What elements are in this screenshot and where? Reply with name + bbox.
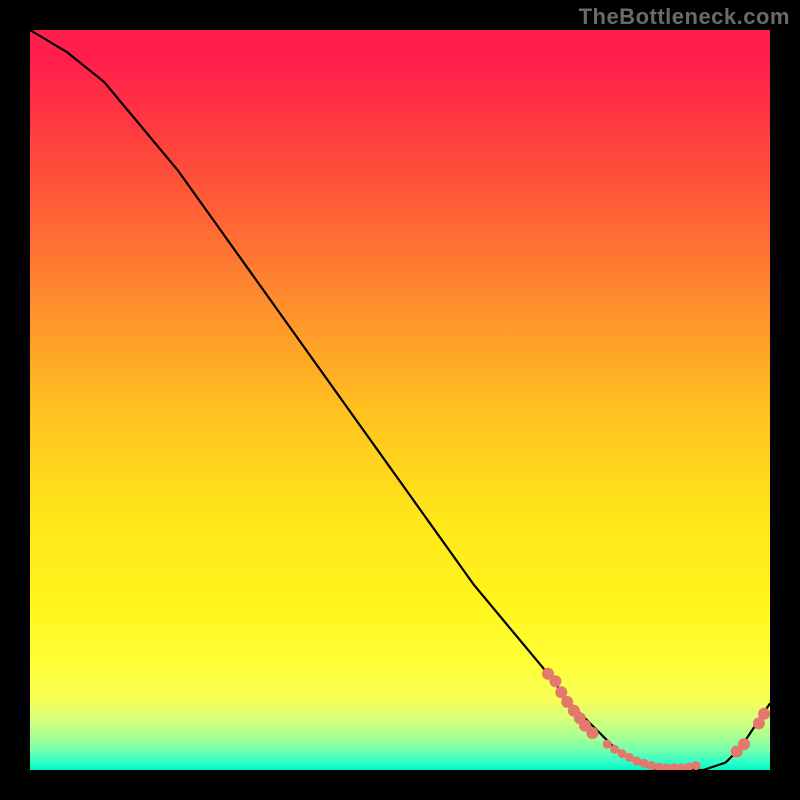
valley-dots: [692, 761, 701, 770]
valley-dots: [603, 740, 612, 749]
gradient-background: [30, 30, 770, 770]
right-slope-dots: [758, 708, 770, 720]
right-slope-dots: [738, 738, 750, 750]
chart-svg: [30, 30, 770, 770]
left-slope-dots: [549, 675, 561, 687]
plot-area: [30, 30, 770, 770]
left-slope-dots: [586, 727, 598, 739]
chart-frame: TheBottleneck.com: [0, 0, 800, 800]
watermark-text: TheBottleneck.com: [579, 4, 790, 30]
